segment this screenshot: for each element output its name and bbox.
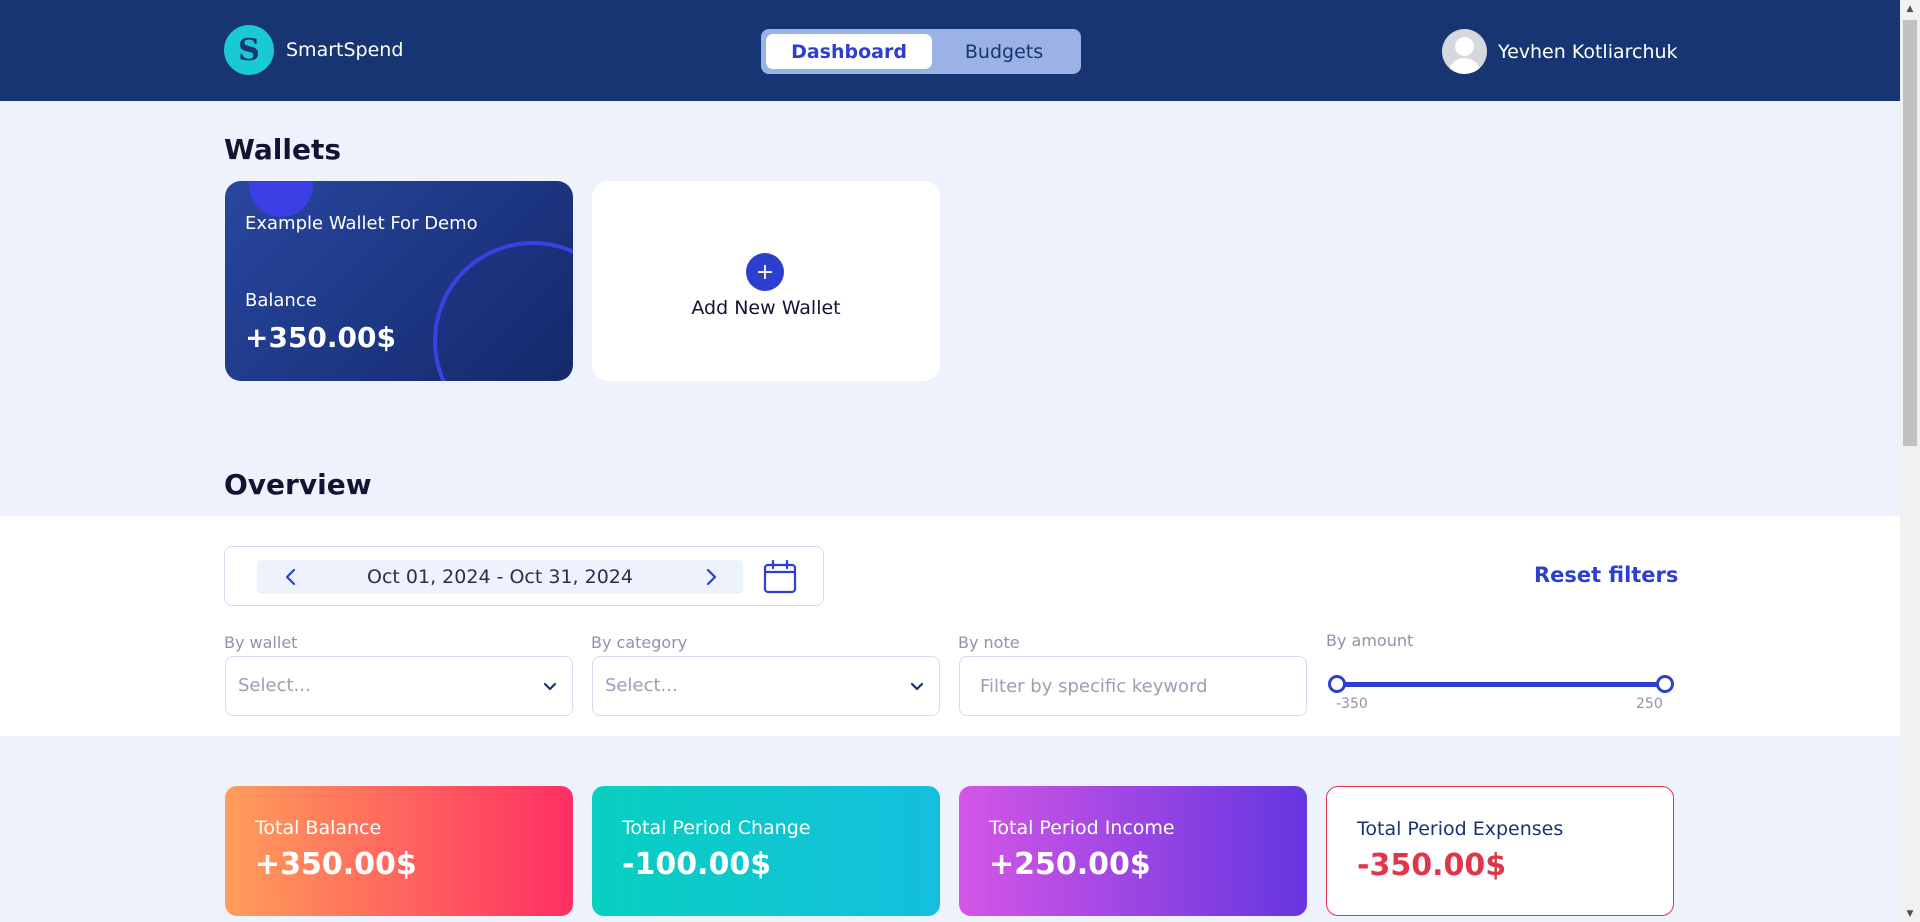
category-filter-placeholder: Select...	[605, 675, 678, 696]
app-logo[interactable]: S SmartSpend	[224, 25, 403, 75]
total-period-change-card: Total Period Change -100.00$	[592, 786, 940, 916]
wallet-balance: +350.00$	[245, 321, 396, 354]
total-balance-card: Total Balance +350.00$	[225, 786, 573, 916]
slider-handle-min[interactable]	[1328, 675, 1346, 693]
main-tabs: Dashboard Budgets	[761, 29, 1081, 74]
chevron-down-icon	[543, 682, 557, 691]
plus-icon[interactable]: +	[746, 253, 784, 291]
logo-icon: S	[224, 25, 274, 75]
note-filter-label: By note	[958, 633, 1020, 652]
tab-dashboard[interactable]: Dashboard	[766, 34, 932, 69]
stat-value: -350.00$	[1357, 848, 1507, 883]
user-menu[interactable]: Yevhen Kotliarchuk	[1442, 29, 1678, 74]
user-name[interactable]: Yevhen Kotliarchuk	[1498, 41, 1678, 63]
category-filter-select[interactable]: Select...	[592, 656, 940, 716]
avatar[interactable]	[1442, 29, 1487, 74]
amount-filter-label: By amount	[1326, 631, 1414, 650]
category-filter-label: By category	[591, 633, 688, 652]
vertical-scrollbar[interactable]: ▲ ▼	[1900, 0, 1920, 922]
wallets-title: Wallets	[224, 133, 342, 166]
app-name: SmartSpend	[286, 39, 404, 61]
slider-handle-max[interactable]	[1656, 675, 1674, 693]
stat-value: +250.00$	[989, 847, 1151, 882]
stat-value: +350.00$	[255, 847, 417, 882]
wallet-name: Example Wallet For Demo	[245, 213, 478, 234]
add-wallet-label: Add New Wallet	[691, 297, 841, 319]
slider-track	[1337, 682, 1665, 687]
avatar-body-shape	[1448, 58, 1481, 74]
calendar-icon[interactable]	[762, 559, 798, 595]
overview-title: Overview	[224, 468, 372, 501]
total-period-income-card: Total Period Income +250.00$	[959, 786, 1307, 916]
avatar-head-shape	[1455, 37, 1474, 56]
stat-label: Total Period Income	[989, 817, 1175, 839]
chevron-right-icon[interactable]	[694, 560, 728, 594]
chevron-down-icon	[910, 682, 924, 691]
wallet-card[interactable]: Example Wallet For Demo Balance +350.00$	[225, 181, 573, 381]
scroll-up-arrow-icon[interactable]: ▲	[1900, 0, 1920, 17]
stat-label: Total Period Change	[622, 817, 811, 839]
wallet-balance-label: Balance	[245, 290, 317, 311]
tab-budgets[interactable]: Budgets	[932, 34, 1076, 69]
scroll-thumb[interactable]	[1903, 20, 1917, 446]
slider-max-label: 250	[1636, 696, 1663, 712]
wallet-filter-placeholder: Select...	[238, 675, 311, 696]
date-range-picker: Oct 01, 2024 - Oct 31, 2024	[224, 546, 824, 606]
wallet-filter-label: By wallet	[224, 633, 298, 652]
date-range-control: Oct 01, 2024 - Oct 31, 2024	[257, 560, 743, 594]
reset-filters-button[interactable]: Reset filters	[1534, 563, 1678, 587]
stat-value: -100.00$	[622, 847, 772, 882]
wallet-filter-select[interactable]: Select...	[225, 656, 573, 716]
amount-range-slider[interactable]	[1327, 674, 1675, 696]
decor-ring	[433, 241, 573, 381]
slider-min-label: -350	[1336, 696, 1368, 712]
note-filter-input[interactable]	[959, 656, 1307, 716]
scroll-down-arrow-icon[interactable]: ▼	[1900, 905, 1920, 922]
stat-label: Total Period Expenses	[1357, 818, 1564, 840]
add-wallet-card[interactable]: + Add New Wallet	[592, 181, 940, 381]
stat-label: Total Balance	[255, 817, 382, 839]
decor-circle	[249, 181, 313, 217]
top-navbar: S SmartSpend Dashboard Budgets Yevhen Ko…	[0, 0, 1900, 101]
date-range-text[interactable]: Oct 01, 2024 - Oct 31, 2024	[317, 560, 683, 594]
total-period-expenses-card: Total Period Expenses -350.00$	[1326, 786, 1674, 916]
chevron-left-icon[interactable]	[274, 560, 308, 594]
